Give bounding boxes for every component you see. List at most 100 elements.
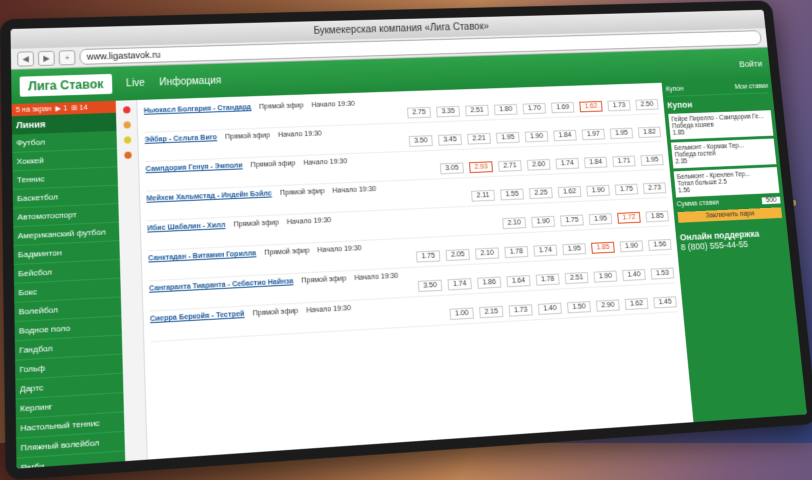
odds-cell[interactable]: 1.90	[593, 270, 617, 282]
odds-cell[interactable]: 2.10	[502, 217, 526, 229]
odds-cell[interactable]: 1.56	[648, 239, 672, 251]
odds-cell[interactable]: 1.75	[615, 184, 639, 196]
odds-cell[interactable]: 2.60	[527, 159, 551, 171]
login-button[interactable]: Войти	[739, 59, 763, 69]
event-filter: Прямой эфир	[234, 219, 279, 228]
odds-cell[interactable]: 2.50	[635, 99, 658, 110]
odds-cell[interactable]: 1.84	[584, 157, 608, 169]
event-name[interactable]: Эйбар - Сельта Виго	[145, 134, 218, 144]
odds-cell[interactable]: 2.05	[446, 249, 470, 261]
odds-cell[interactable]: 1.00	[449, 307, 473, 320]
football-icon[interactable]	[123, 106, 130, 113]
event-start-time: Начало 19:30	[354, 273, 398, 282]
odds-cell[interactable]: 1.74	[533, 245, 557, 257]
odds-cell[interactable]: 1.62	[625, 298, 649, 310]
event-filter: Прямой эфир	[280, 188, 325, 197]
odds-cell[interactable]: 1.80	[494, 104, 518, 115]
event-filter: Прямой эфир	[225, 132, 270, 141]
odds-cell[interactable]: 2.93	[469, 161, 493, 173]
odds-cell[interactable]: 1.95	[610, 128, 633, 139]
odds-cell[interactable]: 1.40	[538, 303, 562, 315]
add-tab-button[interactable]: +	[59, 50, 76, 65]
event-filter: Прямой эфир	[264, 248, 309, 257]
odds-cell[interactable]: 1.53	[651, 267, 675, 279]
coupon-item: Бельмонт - Кренлен Тер... Тотал больше 2.…	[674, 167, 780, 197]
place-bet-button[interactable]: Заключить пари	[677, 207, 782, 223]
event-filter: Прямой эфир	[301, 275, 346, 284]
event-filter: Прямой эфир	[253, 308, 299, 318]
event-start-time: Начало 19:30	[306, 305, 351, 315]
odds-cell[interactable]: 1.73	[607, 100, 630, 111]
odds-cell[interactable]: 1.95	[640, 154, 663, 166]
browser-screen: Букмекерская компания «Лига Ставок» ◀ ▶ …	[11, 10, 807, 469]
odds-cell[interactable]: 1.72	[617, 212, 641, 224]
odds-cell[interactable]: 3.50	[418, 280, 443, 292]
odds-cell[interactable]: 3.35	[436, 106, 460, 117]
nav-info[interactable]: Информация	[159, 75, 221, 88]
tennis-icon[interactable]	[123, 136, 130, 143]
event-start-time: Начало 19:30	[278, 130, 322, 139]
back-button[interactable]: ◀	[17, 51, 34, 66]
odds-cell[interactable]: 1.62	[558, 186, 582, 198]
odds-cell[interactable]: 1.74	[555, 158, 579, 170]
odds-cell[interactable]: 1.40	[622, 269, 646, 281]
odds-cell[interactable]: 1.78	[536, 273, 560, 285]
tab-my-bets[interactable]: Мои ставки	[734, 83, 768, 91]
odds-cell[interactable]: 1.73	[509, 304, 533, 316]
odds-cell[interactable]: 2.11	[471, 190, 495, 202]
odds-cell[interactable]: 1.75	[560, 215, 584, 227]
odds-cell[interactable]: 1.85	[591, 242, 615, 254]
odds-cell[interactable]: 2.51	[465, 105, 489, 116]
odds-cell[interactable]: 1.90	[620, 240, 644, 252]
event-filter: Прямой эфир	[251, 160, 296, 169]
odds-cell[interactable]: 1.95	[496, 132, 520, 144]
odds-cell[interactable]: 1.64	[506, 275, 530, 287]
odds-cell[interactable]: 1.95	[589, 213, 613, 225]
odds-cell[interactable]: 1.90	[531, 216, 555, 228]
forward-button[interactable]: ▶	[38, 50, 55, 65]
odds-cell[interactable]: 1.69	[551, 102, 575, 113]
tab-coupon[interactable]: Купон	[666, 86, 684, 93]
event-start-time: Начало 19:30	[311, 101, 355, 109]
bet-slip-title: Купон	[667, 97, 770, 110]
hockey-icon[interactable]	[123, 121, 130, 128]
live-count[interactable]: ▶ 1	[55, 104, 67, 112]
odds-cell[interactable]: 2.15	[479, 306, 503, 319]
nav-live[interactable]: Live	[126, 77, 145, 89]
odds-cell[interactable]: 3.50	[409, 135, 433, 147]
basketball-icon[interactable]	[124, 152, 131, 159]
odds-cell[interactable]: 1.90	[525, 131, 549, 143]
odds-cell[interactable]: 1.97	[582, 129, 605, 140]
odds-cell[interactable]: 2.21	[467, 133, 491, 145]
odds-cell[interactable]: 1.71	[612, 156, 635, 168]
grid-count[interactable]: ⊞ 14	[71, 104, 87, 113]
odds-cell[interactable]: 1.62	[579, 101, 602, 112]
laptop: Букмекерская компания «Лига Ставок» ◀ ▶ …	[0, 0, 812, 480]
odds-cell[interactable]: 1.85	[645, 211, 669, 223]
odds-cell[interactable]: 2.25	[529, 187, 553, 199]
odds-cell[interactable]: 1.86	[477, 277, 501, 289]
bet-sum-input[interactable]: 500	[762, 197, 781, 205]
odds-cell[interactable]: 1.50	[567, 301, 591, 313]
odds-cell[interactable]: 1.90	[586, 185, 610, 197]
view-mode[interactable]: 5 на экран	[16, 105, 52, 113]
odds-cell[interactable]: 3.45	[438, 134, 462, 146]
odds-cell[interactable]: 3.05	[440, 162, 464, 174]
odds-cell[interactable]: 2.90	[596, 299, 620, 311]
odds-cell[interactable]: 1.84	[553, 130, 577, 141]
odds-cell[interactable]: 2.51	[565, 272, 589, 284]
odds-cell[interactable]: 1.55	[500, 189, 524, 201]
odds-cell[interactable]: 2.75	[407, 107, 431, 119]
odds-cell[interactable]: 1.45	[653, 296, 677, 308]
coupon-item: Гейре Пирелло - Сампдория Ге... Победа хо…	[668, 110, 773, 139]
odds-cell[interactable]: 1.78	[504, 246, 528, 258]
odds-cell[interactable]: 1.70	[522, 103, 546, 114]
odds-cell[interactable]: 1.74	[447, 278, 471, 290]
odds-cell[interactable]: 2.73	[643, 182, 666, 194]
odds-cell[interactable]: 1.75	[416, 250, 440, 262]
odds-cell[interactable]: 2.10	[475, 247, 499, 259]
odds-cell[interactable]: 1.95	[562, 243, 586, 255]
odds-cell[interactable]: 1.82	[638, 127, 661, 138]
odds-cell[interactable]: 2.71	[498, 160, 522, 172]
site-logo[interactable]: Лига Ставок	[20, 74, 112, 97]
